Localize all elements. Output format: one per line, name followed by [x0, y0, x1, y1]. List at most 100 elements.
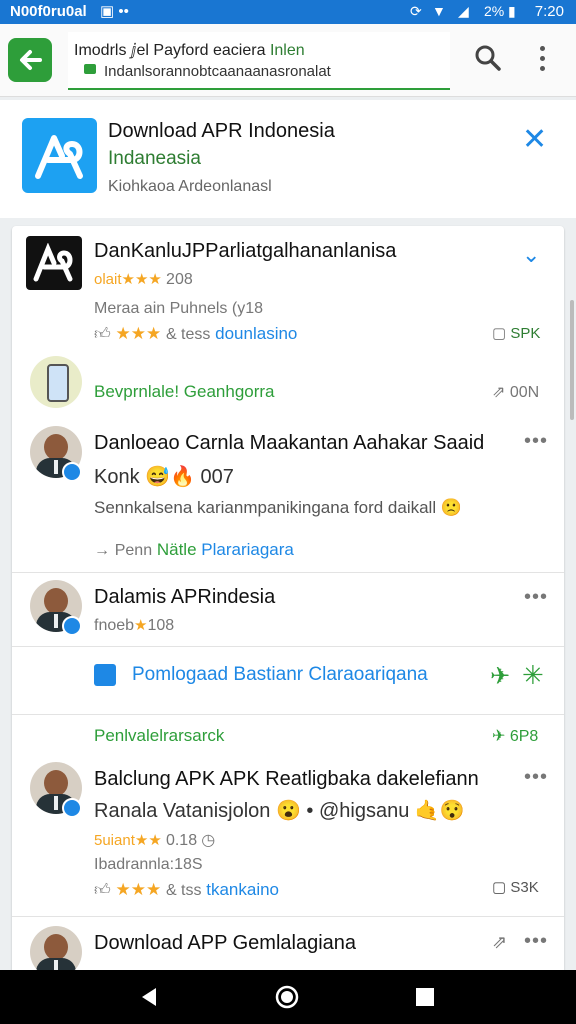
banner-title: Download APR Indonesia [108, 120, 335, 142]
item-meta: Meraa ain Puhnels (y18 [94, 300, 263, 317]
url-host-green: Inlen [269, 42, 305, 59]
item-title[interactable]: Bevprnlale! Geanhgorra [94, 382, 275, 402]
rating-label: 5uiant [94, 832, 135, 849]
more-horiz-icon[interactable]: ••• [524, 930, 548, 953]
rating-count: 208 [166, 271, 193, 288]
close-icon[interactable]: ✕ [522, 122, 547, 157]
action-link[interactable]: Plarariagara [201, 540, 294, 559]
wifi-icon: ▼ [432, 3, 446, 19]
badge-label: S3K [510, 879, 539, 896]
sync-icon: ⟳ [410, 3, 422, 19]
item-link[interactable]: tkankaino [206, 880, 279, 899]
stars-line: ★★★ [115, 324, 162, 343]
item-title[interactable]: Pomlogaad Bastianr Claraoariqana [132, 664, 428, 686]
item-title[interactable]: Danloeao Carnla Maakantan Aahakar Saaid [94, 432, 484, 455]
badge-label: 6P8 [509, 728, 539, 745]
lock-icon [84, 64, 96, 74]
item-title[interactable]: Penlvalelrarsarck [94, 726, 224, 746]
rating-stars: ★★★ [121, 271, 162, 288]
rating-stars: ★★ [134, 832, 162, 849]
nav-back-icon[interactable] [138, 986, 160, 1008]
item-rating: fnoeb★108 [94, 616, 174, 635]
divider [12, 714, 564, 715]
thumbs-up-icon[interactable]: 👍︎ [94, 882, 111, 899]
item-badge[interactable]: ✈ 6P8 [492, 726, 538, 746]
arrow-back-icon [20, 50, 42, 70]
results-card: DanKanluJPParliatgalhananlanisa olait★★★… [12, 226, 564, 986]
item-body: Sennkalsena karianmpanikingana ford daik… [94, 498, 462, 517]
item-title[interactable]: DanKanluJPParliatgalhananlanisa [94, 240, 396, 263]
count-label: 00N [509, 384, 540, 401]
share-icon[interactable]: ⇗ [492, 932, 507, 953]
system-nav-bar [0, 970, 576, 1024]
flag-icon [94, 664, 116, 686]
rating-stars: ★ [134, 617, 148, 634]
action-green[interactable]: Nätle [157, 540, 197, 559]
app-logo-icon [22, 118, 97, 193]
item-link[interactable]: dounlasino [215, 324, 297, 343]
item-actions: 👍︎ ★★★ & tss tkankaino [94, 880, 279, 900]
item-subtitle: Ranala Vatanisjolon 😮 • @higsanu 🤙😯 [94, 800, 465, 822]
divider [12, 572, 564, 573]
share-count[interactable]: ⇗ 00N [492, 382, 539, 402]
phone-icon [30, 356, 82, 408]
browser-toolbar: Imodrls ⅉel Payford eaciera Inlen Indanl… [0, 24, 576, 97]
back-button[interactable] [8, 38, 52, 82]
search-icon[interactable] [474, 44, 502, 72]
verified-icon [62, 616, 82, 636]
rating-count: 108 [147, 617, 175, 634]
item-title[interactable]: Download APP Gemlalagiana [94, 932, 356, 955]
scrollbar[interactable] [570, 300, 574, 420]
asterisk-icon[interactable]: ✳ [522, 660, 544, 691]
package-icon: ▢ [492, 879, 507, 896]
item-action-row: → Penn Nätle Plarariagara [94, 540, 294, 560]
more-horiz-icon[interactable]: ••• [524, 766, 548, 789]
battery-percent: 2% [484, 3, 505, 19]
apk-logo-icon [26, 236, 82, 290]
banner-description: Kiohkaoa Ardeonlanasl [108, 178, 272, 195]
share-icon: ⇗ [492, 384, 506, 401]
download-badge[interactable]: ▢ S3K [492, 878, 539, 896]
clock-icon: ◷ [201, 832, 216, 849]
nav-recents-icon[interactable] [414, 986, 436, 1008]
more-horiz-icon[interactable]: ••• [524, 430, 548, 453]
clock: 7:20 [534, 3, 564, 20]
stars-tail: & tess [165, 326, 211, 343]
arrow-right-icon: → [94, 542, 110, 559]
item-title[interactable]: Balclung APK APK Reatligbaka dakelefiann [94, 768, 479, 791]
rating-count: 0.18 [165, 832, 198, 849]
item-title[interactable]: Dalamis APRindesia [94, 586, 275, 609]
pin-icon[interactable]: ✈ [490, 662, 510, 691]
notification-icons: ▣ •• [100, 3, 129, 20]
item-rating: 5uiant★★ 0.18 ◷ [94, 830, 215, 850]
badge-label: SPK [510, 325, 541, 342]
url-host: Imodrls ⅉel Payford eaciera [74, 42, 266, 59]
divider [12, 916, 564, 917]
item-meta: Ibadrannla:18S [94, 856, 203, 873]
item-actions: 👍︎ ★★★ & tess dounlasino [94, 324, 297, 344]
divider [12, 646, 564, 647]
signal-icon: ◢ [458, 3, 469, 19]
stars-tail: & tss [165, 882, 202, 899]
thumbs-up-icon[interactable]: 👍︎ [94, 326, 111, 343]
item-rating: olait★★★ 208 [94, 270, 193, 289]
rating-label: fnoeb [94, 617, 135, 634]
more-vert-icon[interactable] [540, 46, 545, 76]
app-banner: Download APR Indonesia Indaneasia Kiohka… [0, 100, 576, 218]
package-icon: ▢ [492, 325, 507, 342]
status-bar: N00f0ru0al ▣ •• ⟳ ▼ ◢ 2% ▮ 7:20 [0, 0, 576, 24]
battery-icon: ▮ [508, 3, 516, 19]
url-field[interactable]: Imodrls ⅉel Payford eaciera Inlen Indanl… [68, 32, 450, 90]
download-badge[interactable]: ▢ SPK [492, 324, 540, 342]
carrier-label: N00f0ru0al [10, 3, 87, 20]
verified-icon [62, 462, 82, 482]
stars-line: ★★★ [115, 880, 162, 899]
item-subtitle: Konk 😅🔥 007 [94, 466, 234, 488]
nav-home-icon[interactable] [275, 985, 299, 1009]
leaf-icon: ✈ [492, 728, 506, 745]
action-label[interactable]: Penn [115, 542, 152, 559]
banner-subtitle: Indaneasia [108, 148, 201, 169]
verified-icon [62, 798, 82, 818]
chevron-down-icon[interactable]: ⌄ [522, 242, 540, 268]
more-horiz-icon[interactable]: ••• [524, 586, 548, 609]
